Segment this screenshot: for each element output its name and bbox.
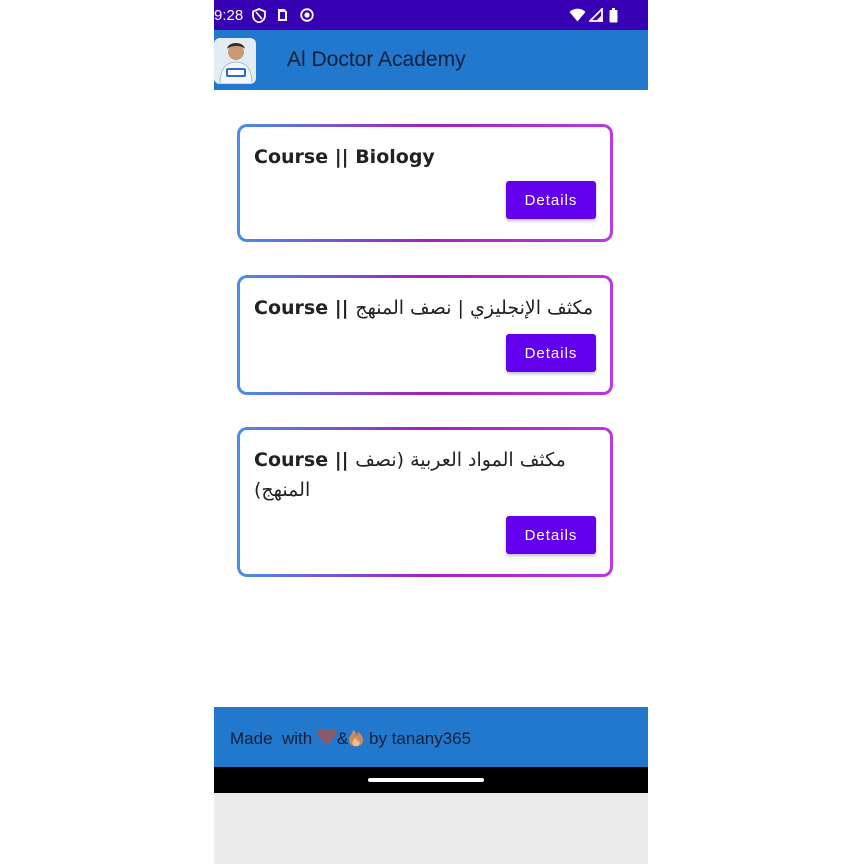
signal-icon [589,8,603,22]
footer-by: by tanany365 [364,729,472,748]
course-card: Course || مكثف الإنجليزي | نصف المنهج De… [237,275,613,395]
footer-made: Made with [230,729,317,748]
course-prefix: Course || [254,449,356,471]
course-card: Course || مكثف المواد العربية (نصف المنه… [237,427,613,577]
course-prefix: Course || [254,146,356,168]
details-button[interactable]: Details [506,516,596,554]
sim-card-icon [278,9,287,21]
course-title: Course || Biology [254,142,596,172]
course-card: Course || Biology Details [237,124,613,242]
course-name: Biology [355,146,435,168]
status-bar: 9:28 [214,0,648,30]
status-time: 9:28 [214,7,244,24]
footer: Made with & by tanany365 [214,707,648,767]
record-icon [300,8,314,22]
wifi-icon [569,8,586,22]
navigation-bar [214,767,648,793]
fire-icon [349,729,364,747]
details-button[interactable]: Details [506,181,596,219]
phone-screen: 9:28 Al Doctor Academy Course || Biology… [214,0,648,864]
below-screen-area [214,793,648,864]
course-title: Course || مكثف الإنجليزي | نصف المنهج [254,293,596,323]
details-button[interactable]: Details [506,334,596,372]
course-title: Course || مكثف المواد العربية (نصف المنه… [254,445,596,505]
course-list: Course || Biology Details Course || مكثف… [214,90,648,707]
avatar-icon [214,38,256,84]
heart-icon [317,728,337,745]
shield-icon [252,8,266,23]
battery-icon [609,8,618,23]
course-prefix: Course || [254,297,356,319]
footer-and: & [336,729,349,748]
app-bar: Al Doctor Academy [214,30,648,90]
home-gesture-handle[interactable] [368,778,484,782]
app-title: Al Doctor Academy [287,48,466,71]
course-name: مكثف الإنجليزي | نصف المنهج [355,297,594,319]
footer-credit: Made with & by tanany365 [230,727,471,749]
